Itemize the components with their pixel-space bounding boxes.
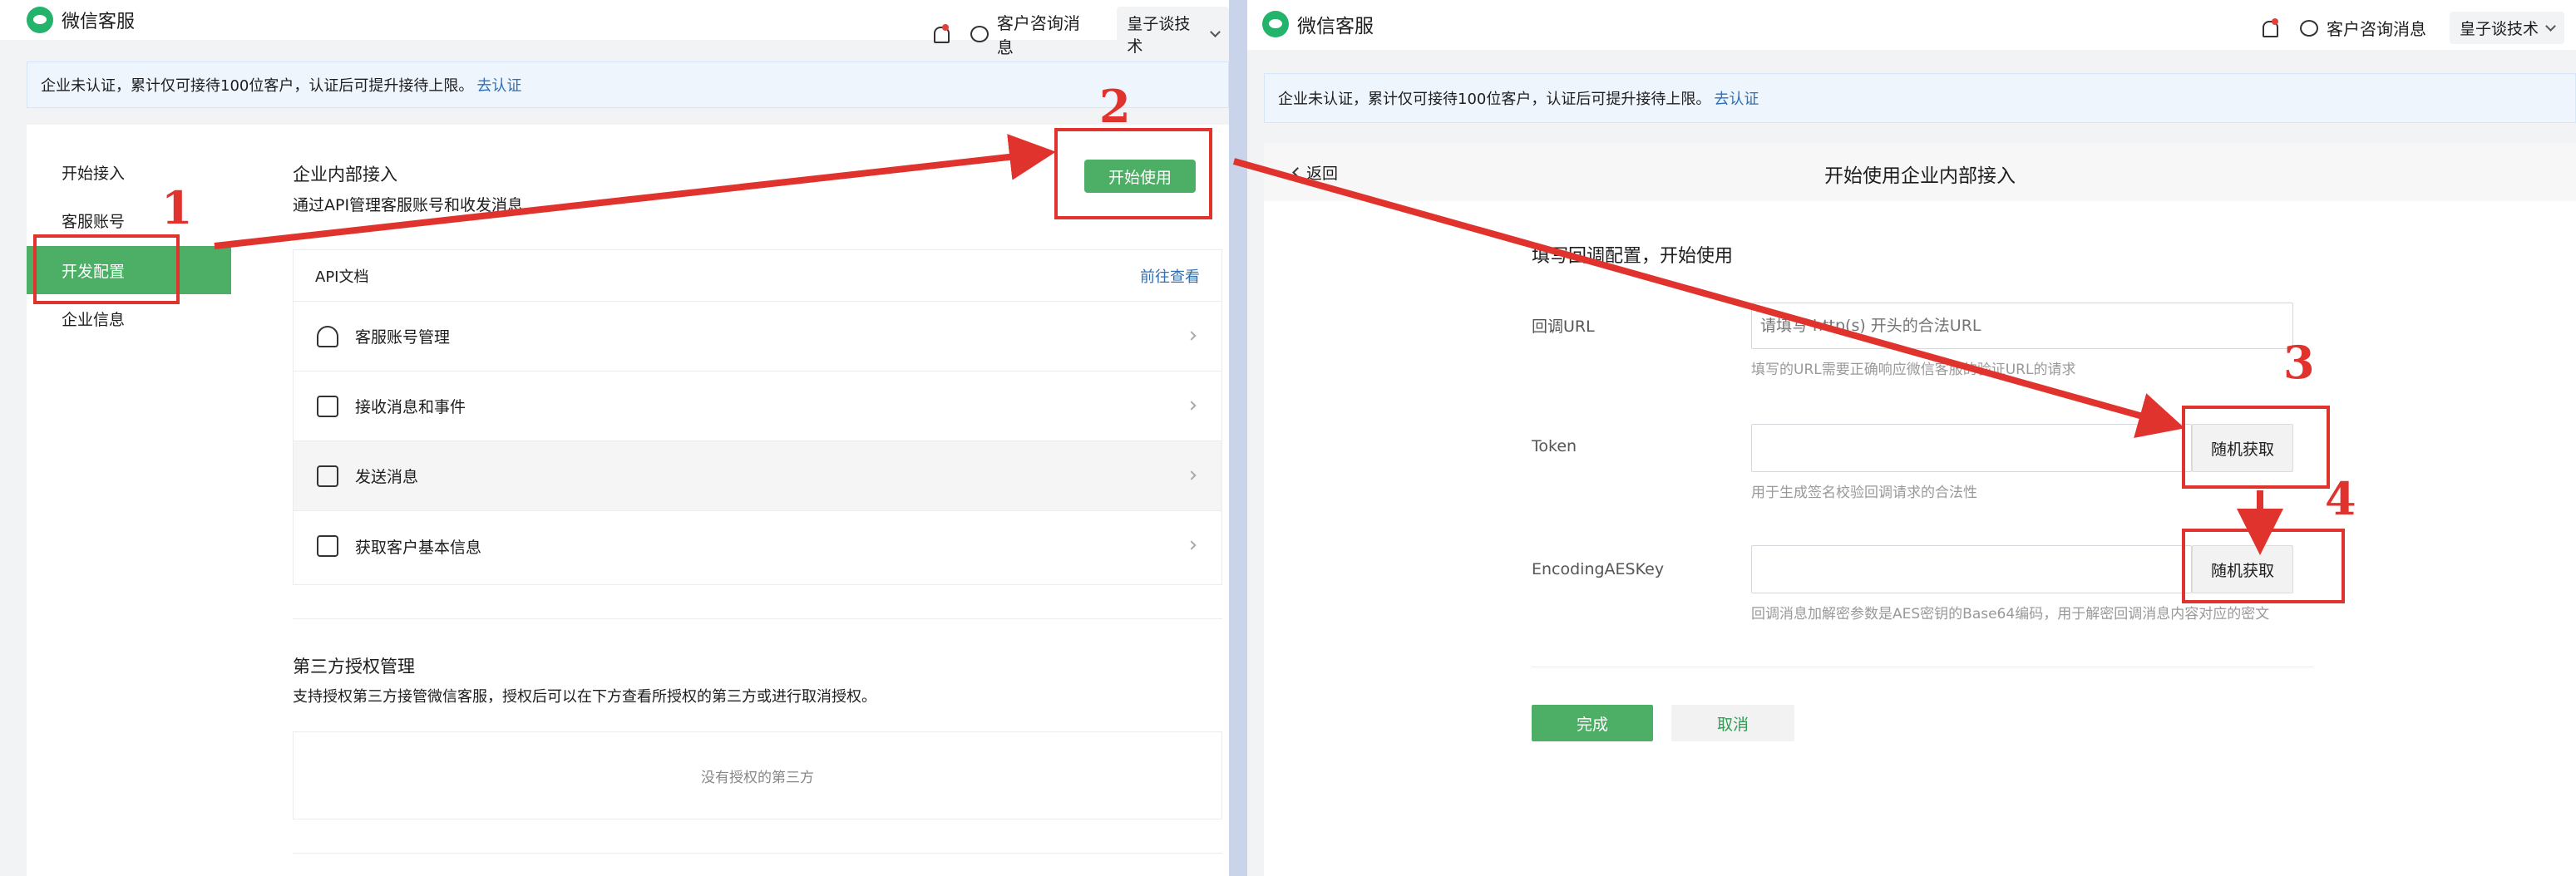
chevron-right-icon (1187, 331, 1197, 341)
verify-link[interactable]: 去认证 (1714, 87, 1759, 109)
download-icon (317, 395, 338, 417)
annotation-number-4: 4 (2325, 472, 2356, 525)
chevron-down-icon (1210, 27, 1221, 37)
consult-messages-link[interactable]: 客户咨询消息 (997, 10, 1093, 58)
annotation-box-3 (2182, 406, 2330, 489)
api-item-account-mgmt[interactable]: 客服账号管理 (294, 302, 1221, 372)
annotation-number-1: 1 (161, 181, 193, 234)
user-icon (317, 325, 338, 347)
top-right-actions: 客户咨询消息 皇子谈技术 (2260, 12, 2565, 44)
consult-messages-link[interactable]: 客户咨询消息 (2327, 16, 2426, 40)
left-screenshot: 微信客服 客户咨询消息 皇子谈技术 企业未认证，累计仅可接待100位客户，认证后… (0, 0, 1229, 876)
bell-icon[interactable] (931, 24, 950, 44)
callback-url-input[interactable] (1751, 303, 2293, 349)
api-docs-title: API文档 (315, 268, 369, 286)
cancel-button[interactable]: 取消 (1671, 705, 1794, 741)
section-title: 企业内部接入 (293, 165, 397, 185)
verify-link[interactable]: 去认证 (476, 74, 521, 96)
page-header: 返回 开始使用企业内部接入 (1264, 143, 2576, 201)
third-party-empty-state: 没有授权的第三方 (293, 731, 1222, 819)
chevron-right-icon (1187, 470, 1197, 480)
annotation-box-4 (2182, 529, 2345, 603)
brand[interactable]: 微信客服 (1262, 10, 1374, 38)
token-hint: 用于生成签名校验回调请求的合法性 (1751, 485, 1977, 501)
annotation-number-2: 2 (1099, 80, 1131, 133)
api-item-label: 客服账号管理 (355, 328, 451, 347)
notice-text: 企业未认证，累计仅可接待100位客户，认证后可提升接待上限。 (41, 77, 474, 95)
aes-key-label: EncodingAESKey (1532, 560, 1665, 578)
chevron-right-icon (1187, 401, 1197, 411)
url-hint: 填写的URL需要正确响应微信客服的验证URL的请求 (1751, 362, 2076, 378)
verification-notice: 企业未认证，累计仅可接待100位客户，认证后可提升接待上限。 去认证 (27, 62, 1229, 108)
message-icon (317, 465, 338, 487)
right-screenshot: 微信客服 客户咨询消息 皇子谈技术 企业未认证，累计仅可接待100位客户，认证后… (1247, 0, 2576, 876)
panel-divider (1229, 0, 1247, 876)
brand-name: 微信客服 (62, 12, 136, 32)
notice-text: 企业未认证，累计仅可接待100位客户，认证后可提升接待上限。 (1278, 91, 1711, 108)
brand-name: 微信客服 (1297, 16, 1374, 37)
org-name: 皇子谈技术 (1127, 15, 1191, 56)
id-card-icon (317, 535, 338, 557)
callback-config-card: 返回 开始使用企业内部接入 填写回调配置，开始使用 回调URL 填写的URL需要… (1264, 143, 2576, 876)
sidebar-item-start[interactable]: 开始接入 (27, 148, 231, 196)
chevron-right-icon (1187, 540, 1197, 550)
annotation-box-2 (1054, 128, 1212, 219)
token-label: Token (1532, 437, 1577, 455)
aes-key-hint: 回调消息加解密参数是AES密钥的Base64编码，用于解密回调消息内容对应的密文 (1751, 606, 2270, 623)
divider (293, 618, 1222, 619)
api-docs-box: API文档 前往查看 客服账号管理 接收消息和事件 发送消息 获取客户基本信息 (293, 249, 1222, 585)
done-button[interactable]: 完成 (1532, 705, 1653, 741)
url-label: 回调URL (1532, 317, 1595, 336)
brand[interactable]: 微信客服 (27, 7, 135, 33)
api-item-label: 发送消息 (355, 468, 419, 486)
top-right-actions: 客户咨询消息 皇子谈技术 (931, 7, 1229, 62)
dev-config-content: 企业内部接入 通过API管理客服账号和收发消息 开始使用 API文档 前往查看 … (231, 125, 1229, 876)
chat-bubble-icon (2300, 19, 2318, 37)
wechat-kefu-logo-icon (27, 7, 53, 33)
api-item-label: 获取客户基本信息 (355, 538, 482, 557)
api-item-label: 接收消息和事件 (355, 398, 466, 416)
chat-bubble-icon (970, 26, 989, 42)
api-docs-header: API文档 前往查看 (294, 250, 1221, 302)
org-select[interactable]: 皇子谈技术 (2450, 12, 2565, 44)
bell-icon[interactable] (2260, 17, 2278, 38)
api-item-send-message[interactable]: 发送消息 (294, 441, 1221, 511)
org-name: 皇子谈技术 (2460, 20, 2539, 38)
verification-notice: 企业未认证，累计仅可接待100位客户，认证后可提升接待上限。 去认证 (1264, 73, 2576, 123)
top-bar: 微信客服 客户咨询消息 皇子谈技术 (1247, 0, 2576, 50)
token-input[interactable] (1751, 424, 2192, 472)
wechat-kefu-logo-icon (1262, 11, 1289, 37)
annotation-number-3: 3 (2283, 336, 2315, 389)
aes-key-input[interactable] (1751, 545, 2192, 593)
page-title: 开始使用企业内部接入 (1824, 165, 2016, 187)
third-party-subtitle: 支持授权第三方接管微信客服，授权后可以在下方查看所授权的第三方或进行取消授权。 (293, 688, 876, 706)
divider (293, 853, 1222, 854)
annotation-box-1 (33, 234, 180, 304)
chevron-down-icon (2545, 20, 2556, 32)
org-select[interactable]: 皇子谈技术 (1117, 7, 1229, 62)
api-item-customer-info[interactable]: 获取客户基本信息 (294, 511, 1221, 581)
third-party-title: 第三方授权管理 (293, 657, 415, 677)
main-card: 开始接入 客服账号 开发配置 企业信息 企业内部接入 通过API管理客服账号和收… (27, 125, 1229, 876)
section-subtitle: 通过API管理客服账号和收发消息 (293, 196, 524, 214)
api-item-receive-events[interactable]: 接收消息和事件 (294, 372, 1221, 441)
top-bar: 微信客服 客户咨询消息 皇子谈技术 (0, 0, 1229, 62)
form-title: 填写回调配置，开始使用 (1532, 246, 1734, 267)
view-docs-link[interactable]: 前往查看 (1140, 265, 1200, 287)
